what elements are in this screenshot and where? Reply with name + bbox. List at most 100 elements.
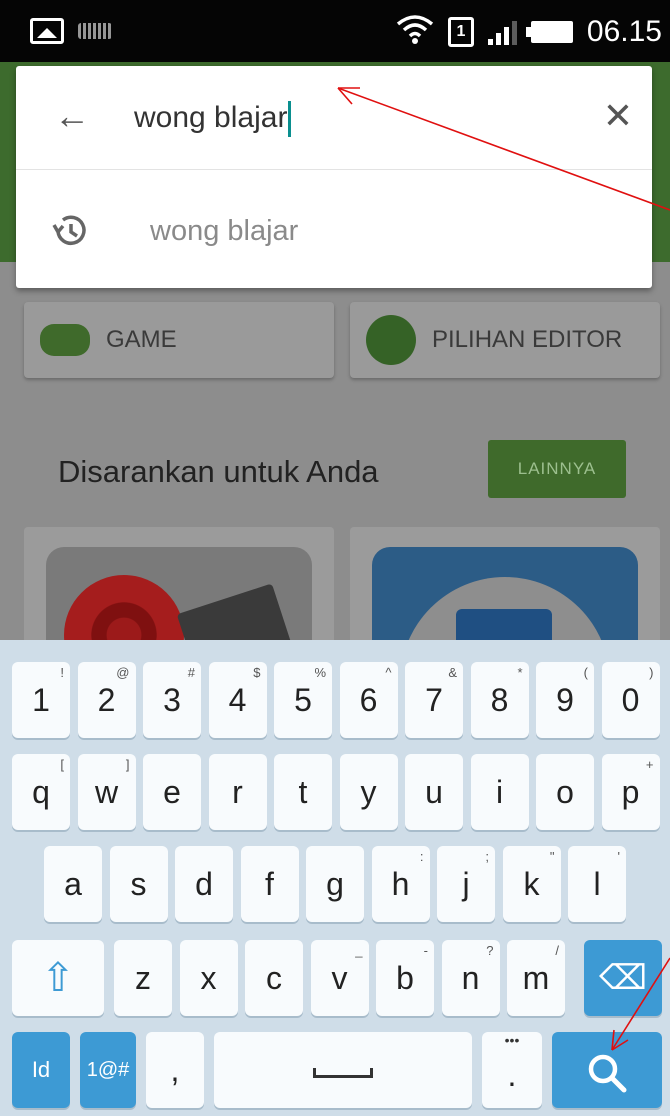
- gamepad-icon: [40, 324, 90, 356]
- key-u[interactable]: u: [405, 754, 463, 830]
- key-label: m: [522, 960, 550, 996]
- key-3[interactable]: 3 #: [143, 662, 201, 738]
- key-6[interactable]: 6 ^: [339, 662, 398, 738]
- image-notification-icon: [30, 18, 64, 44]
- key-secondary-label: ]: [125, 757, 130, 772]
- key-label: r: [232, 774, 243, 810]
- clear-icon[interactable]: ✕: [598, 96, 638, 136]
- backspace-key[interactable]: ⌫: [584, 940, 662, 1016]
- search-input[interactable]: wong blajar: [134, 98, 554, 138]
- language-key[interactable]: Id: [12, 1032, 70, 1108]
- category-editor-label: PILIHAN EDITOR: [432, 326, 623, 353]
- key-label: s: [130, 866, 147, 902]
- key-k[interactable]: k ": [502, 846, 561, 922]
- app-thumbnail: [46, 547, 312, 640]
- key-f[interactable]: f: [240, 846, 299, 922]
- key-o[interactable]: o: [536, 754, 594, 830]
- key-label: y: [360, 774, 377, 810]
- key-s[interactable]: s: [109, 846, 168, 922]
- key-label: d: [195, 866, 213, 902]
- key-m[interactable]: m /: [507, 940, 565, 1016]
- key-secondary-label: ?: [486, 943, 494, 958]
- wifi-icon: [396, 14, 434, 50]
- key-label: b: [396, 960, 414, 996]
- key-w[interactable]: w]: [77, 754, 136, 830]
- key-r[interactable]: r: [208, 754, 267, 830]
- category-editor-choice-button[interactable]: PILIHAN EDITOR: [350, 302, 660, 378]
- more-button[interactable]: LAINNYA: [488, 440, 626, 498]
- key-label: h: [391, 866, 410, 902]
- key-p[interactable]: p +: [601, 754, 660, 830]
- key-2[interactable]: 2 @: [77, 662, 136, 738]
- period-key[interactable]: ••• .: [482, 1032, 542, 1108]
- key-i[interactable]: i: [470, 754, 529, 830]
- key-secondary-label: (: [583, 665, 588, 680]
- key-label: 7: [425, 682, 443, 718]
- sim-icon: 1: [447, 17, 474, 47]
- space-key[interactable]: [214, 1032, 472, 1108]
- category-game-button[interactable]: GAME: [24, 302, 334, 378]
- key-9[interactable]: 9(: [536, 662, 594, 738]
- key-n[interactable]: n?: [441, 940, 500, 1016]
- suggestion-text: wong blajar: [150, 215, 299, 247]
- comma-key[interactable]: ,: [146, 1032, 204, 1108]
- key-g[interactable]: g: [306, 846, 364, 922]
- search-suggestion-item[interactable]: wong blajar: [16, 171, 652, 288]
- key-4[interactable]: 4 $: [208, 662, 267, 738]
- key-b[interactable]: b-: [376, 940, 434, 1016]
- key-label: x: [200, 960, 217, 996]
- key-label: 0: [621, 682, 640, 718]
- key-secondary-label: %: [314, 665, 326, 680]
- key-z[interactable]: z: [114, 940, 172, 1016]
- shift-key[interactable]: ⇧: [12, 940, 104, 1016]
- key-d[interactable]: d: [175, 846, 233, 922]
- key-y[interactable]: y: [339, 754, 398, 830]
- key-8[interactable]: 8 *: [470, 662, 529, 738]
- key-label: p: [621, 774, 640, 810]
- symbols-key[interactable]: 1@#: [80, 1032, 136, 1108]
- key-q[interactable]: q[: [12, 754, 70, 830]
- period-key-label: .: [507, 1057, 517, 1093]
- key-label: 6: [359, 682, 378, 718]
- key-secondary-label: &: [448, 665, 457, 680]
- key-secondary-label: !: [60, 665, 64, 680]
- key-l[interactable]: l ': [568, 846, 626, 922]
- key-a[interactable]: a: [44, 846, 102, 922]
- key-5[interactable]: 5%: [274, 662, 332, 738]
- key-j[interactable]: j;: [437, 846, 495, 922]
- key-t[interactable]: t: [274, 754, 332, 830]
- key-label: 3: [163, 682, 181, 718]
- key-secondary-label: _: [355, 943, 363, 958]
- signal-icon: [487, 19, 517, 45]
- key-label: 9: [556, 682, 574, 718]
- key-label: l: [593, 866, 601, 902]
- key-label: u: [425, 774, 443, 810]
- key-1[interactable]: 1!: [12, 662, 70, 738]
- key-secondary-label: :: [419, 849, 424, 864]
- key-label: f: [265, 866, 274, 902]
- key-label: v: [331, 960, 348, 996]
- search-key[interactable]: [552, 1032, 662, 1108]
- key-x[interactable]: x: [179, 940, 238, 1016]
- key-label: c: [266, 960, 282, 996]
- symbols-key-label: 1@#: [86, 1059, 130, 1081]
- history-icon: [50, 211, 90, 251]
- key-v[interactable]: v _: [310, 940, 369, 1016]
- app-card[interactable]: [24, 527, 334, 640]
- key-c[interactable]: c: [245, 940, 303, 1016]
- search-bar: ← wong blajar ✕: [16, 66, 652, 170]
- app-card[interactable]: [350, 527, 660, 640]
- key-label: n: [461, 960, 480, 996]
- status-bar: 1 06.15: [0, 0, 670, 62]
- key-secondary-label: ): [649, 665, 654, 680]
- key-0[interactable]: 0): [601, 662, 660, 738]
- key-h[interactable]: h:: [371, 846, 430, 922]
- key-7[interactable]: 7 &: [405, 662, 463, 738]
- key-label: w: [94, 774, 119, 810]
- search-icon: [586, 1052, 628, 1094]
- period-key-sub: •••: [504, 1032, 520, 1048]
- shift-icon: ⇧: [41, 956, 75, 1000]
- key-e[interactable]: e: [143, 754, 201, 830]
- recommended-section-title: Disarankan untuk Anda: [58, 454, 379, 489]
- back-arrow-icon[interactable]: ←: [52, 96, 92, 136]
